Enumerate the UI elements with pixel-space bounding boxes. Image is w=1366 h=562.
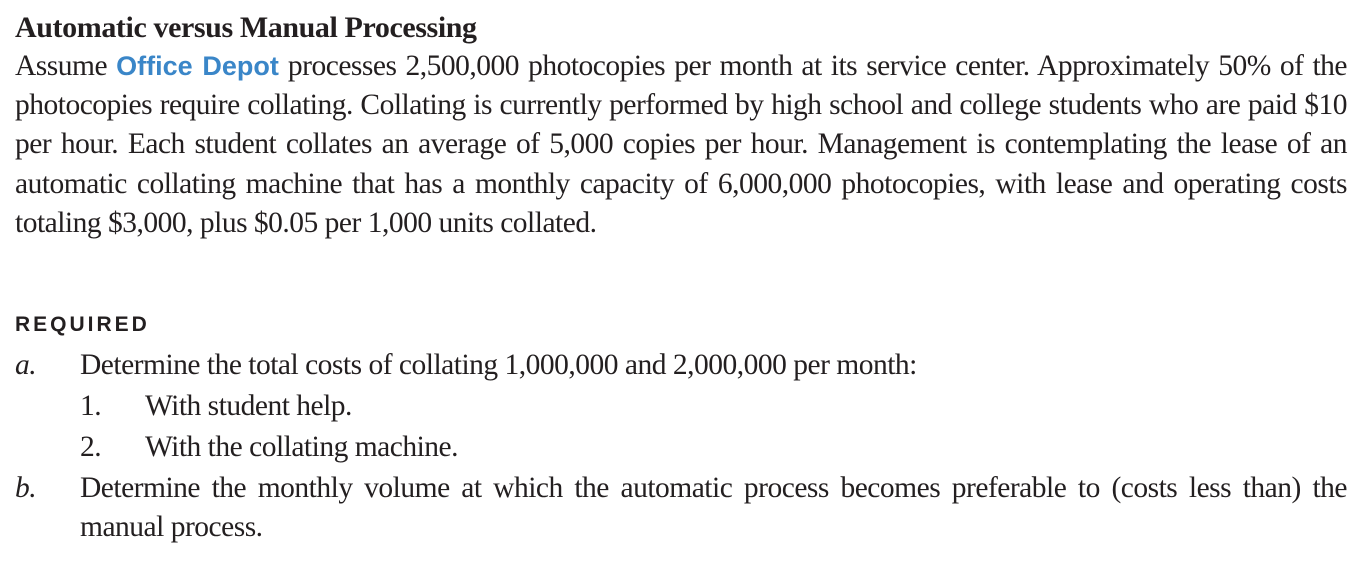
problem-title: Automatic versus Manual Processing [15, 11, 477, 44]
requirement-a: a. Determine the total costs of collatin… [15, 346, 1347, 386]
requirement-a-2: 2. With the collating machine. [15, 427, 1347, 469]
requirements-list: a. Determine the total costs of collatin… [15, 346, 1348, 548]
requirement-marker: a. [15, 349, 37, 381]
problem-description: Assume Office Depot processes 2,500,000 … [15, 47, 1348, 243]
intro-prefix: Assume [15, 50, 108, 82]
subrequirement-marker: 2. [80, 431, 102, 463]
requirement-b: b. Determine the monthly volume at which… [15, 469, 1348, 548]
required-heading: REQUIRED [15, 313, 150, 336]
subrequirement-text: With the collating machine. [145, 431, 459, 463]
problem-document: Automatic versus Manual Processing Assum… [15, 8, 1348, 243]
requirement-text: Determine the total costs of collating 1… [80, 349, 917, 381]
requirement-text: Determine the monthly volume at which th… [80, 471, 1348, 544]
company-name: Office Depot [116, 51, 279, 81]
requirement-a-1: 1. With student help. [15, 386, 1347, 428]
requirement-marker: b. [15, 471, 37, 504]
subrequirement-marker: 1. [80, 389, 102, 422]
subrequirement-text: With student help. [145, 389, 352, 422]
